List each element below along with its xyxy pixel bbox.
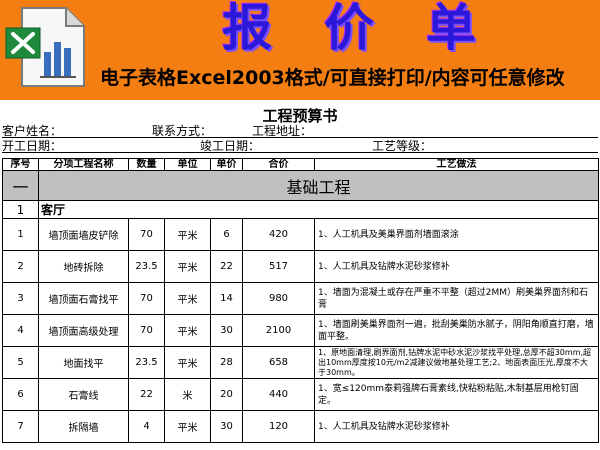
cell-no[interactable]: 1 <box>2 218 39 251</box>
cell-unit[interactable]: 平米 <box>164 250 211 283</box>
header-qty: 数量 <box>128 158 165 171</box>
end-date-label: 竣工日期： <box>200 139 261 153</box>
table-row: 7 拆隔墙 4 平米 30 120 1、人工机具及钻牌水泥砂浆修补 <box>2 410 599 443</box>
customer-label: 客户姓名： <box>2 124 63 138</box>
cell-total[interactable]: 2100 <box>242 314 315 347</box>
cell-method[interactable]: 1、宽≤120mm泰莉强牌石膏素线,快粘粉粘贴,木制基层用枪钉固定。 <box>314 378 599 411</box>
cell-price[interactable]: 28 <box>210 346 243 379</box>
excel-icon <box>5 7 85 87</box>
cell-price[interactable]: 14 <box>210 282 243 315</box>
level-label: 工艺等级： <box>372 139 433 153</box>
cell-unit[interactable]: 平米 <box>164 218 211 251</box>
cell-unit[interactable]: 平米 <box>164 410 211 443</box>
cell-total[interactable]: 120 <box>242 410 315 443</box>
subsection-name: 客厅 <box>38 200 599 219</box>
cell-total[interactable]: 440 <box>242 378 315 411</box>
cell-method[interactable]: 1、墙面为混凝土或存在严重不平整（超过2MM）刷美巢界面剂和石膏 <box>314 282 599 315</box>
header-price: 单价 <box>210 158 243 171</box>
cell-name[interactable]: 墙顶面墙皮铲除 <box>38 218 129 251</box>
table-row: 2 地砖拆除 23.5 平米 22 517 1、人工机具及钻牌水泥砂浆修补 <box>2 250 599 283</box>
cell-unit[interactable]: 平米 <box>164 346 211 379</box>
banner-title: 报价单 <box>222 0 528 57</box>
cell-qty[interactable]: 23.5 <box>128 250 165 283</box>
sheet-title: 工程预算书 <box>262 107 338 125</box>
table-row: 5 地面找平 23.5 平米 28 658 1、原地面清理,刷界面剂,钻牌水泥中… <box>2 346 599 379</box>
cell-name[interactable]: 地面找平 <box>38 346 129 379</box>
cell-no[interactable]: 7 <box>2 410 39 443</box>
cell-unit[interactable]: 平米 <box>164 314 211 347</box>
cell-total[interactable]: 658 <box>242 346 315 379</box>
cell-total[interactable]: 420 <box>242 218 315 251</box>
header-name: 分项工程名称 <box>38 158 129 171</box>
budget-table: 序号 分项工程名称 数量 单位 单价 合价 工艺做法 一 基础工程 1 客厅 1… <box>2 158 599 443</box>
cell-qty[interactable]: 70 <box>128 314 165 347</box>
table-row: 1 墙顶面墙皮铲除 70 平米 6 420 1、人工机具及美巢界面剂墙面滚涂 <box>2 218 599 251</box>
cell-name[interactable]: 墙顶面高级处理 <box>38 314 129 347</box>
cell-qty[interactable]: 4 <box>128 410 165 443</box>
cell-name[interactable]: 地砖拆除 <box>38 250 129 283</box>
cell-no[interactable]: 2 <box>2 250 39 283</box>
cell-no[interactable]: 4 <box>2 314 39 347</box>
cell-unit[interactable]: 平米 <box>164 282 211 315</box>
subsection-no: 1 <box>2 200 39 219</box>
section-no: 一 <box>2 170 39 201</box>
cell-name[interactable]: 石膏线 <box>38 378 129 411</box>
info-row-1: 客户姓名： 联系方式： 工程地址： <box>2 124 598 138</box>
spreadsheet: 工程预算书 客户姓名： 联系方式： 工程地址： 开工日期： 竣工日期： 工艺等级… <box>0 100 600 450</box>
section-row: 一 基础工程 <box>2 170 599 201</box>
contact-label: 联系方式： <box>152 124 213 138</box>
cell-total[interactable]: 517 <box>242 250 315 283</box>
table-row: 6 石膏线 22 米 20 440 1、宽≤120mm泰莉强牌石膏素线,快粘粉粘… <box>2 378 599 411</box>
cell-price[interactable]: 20 <box>210 378 243 411</box>
address-label: 工程地址： <box>252 124 313 138</box>
header-unit: 单位 <box>164 158 211 171</box>
table-header: 序号 分项工程名称 数量 单位 单价 合价 工艺做法 <box>2 158 599 171</box>
cell-name[interactable]: 拆隔墙 <box>38 410 129 443</box>
cell-method[interactable]: 1、人工机具及钻牌水泥砂浆修补 <box>314 410 599 443</box>
start-date-label: 开工日期： <box>2 139 63 153</box>
cell-price[interactable]: 6 <box>210 218 243 251</box>
cell-name[interactable]: 墙顶面石膏找平 <box>38 282 129 315</box>
banner-subtitle: 电子表格Excel2003格式/可直接打印/内容可任意修改 <box>100 67 565 89</box>
table-row: 3 墙顶面石膏找平 70 平米 14 980 1、墙面为混凝土或存在严重不平整（… <box>2 282 599 315</box>
cell-method[interactable]: 1、人工机具及钻牌水泥砂浆修补 <box>314 250 599 283</box>
cell-qty[interactable]: 23.5 <box>128 346 165 379</box>
cell-qty[interactable]: 22 <box>128 378 165 411</box>
header-total: 合价 <box>242 158 315 171</box>
cell-no[interactable]: 3 <box>2 282 39 315</box>
cell-method[interactable]: 1、原地面清理,刷界面剂,钻牌水泥中砂水泥沙浆找平处理,总厚不超30mm,超出1… <box>314 346 599 379</box>
cell-no[interactable]: 5 <box>2 346 39 379</box>
cell-method[interactable]: 1、墙面刷美巢界面剂一遍，批刮美巢防水腻子，阴阳角顺直打磨，墙面平整。 <box>314 314 599 347</box>
subsection-row: 1 客厅 <box>2 200 599 219</box>
table-row: 4 墙顶面高级处理 70 平米 30 2100 1、墙面刷美巢界面剂一遍，批刮美… <box>2 314 599 347</box>
cell-qty[interactable]: 70 <box>128 282 165 315</box>
banner: 报价单 电子表格Excel2003格式/可直接打印/内容可任意修改 <box>0 0 600 100</box>
cell-no[interactable]: 6 <box>2 378 39 411</box>
cell-method[interactable]: 1、人工机具及美巢界面剂墙面滚涂 <box>314 218 599 251</box>
section-name: 基础工程 <box>38 170 599 201</box>
cell-price[interactable]: 22 <box>210 250 243 283</box>
cell-unit[interactable]: 米 <box>164 378 211 411</box>
info-row-2: 开工日期： 竣工日期： 工艺等级： <box>2 139 598 153</box>
header-no: 序号 <box>2 158 39 171</box>
cell-qty[interactable]: 70 <box>128 218 165 251</box>
cell-price[interactable]: 30 <box>210 314 243 347</box>
cell-total[interactable]: 980 <box>242 282 315 315</box>
header-method: 工艺做法 <box>314 158 599 171</box>
cell-price[interactable]: 30 <box>210 410 243 443</box>
